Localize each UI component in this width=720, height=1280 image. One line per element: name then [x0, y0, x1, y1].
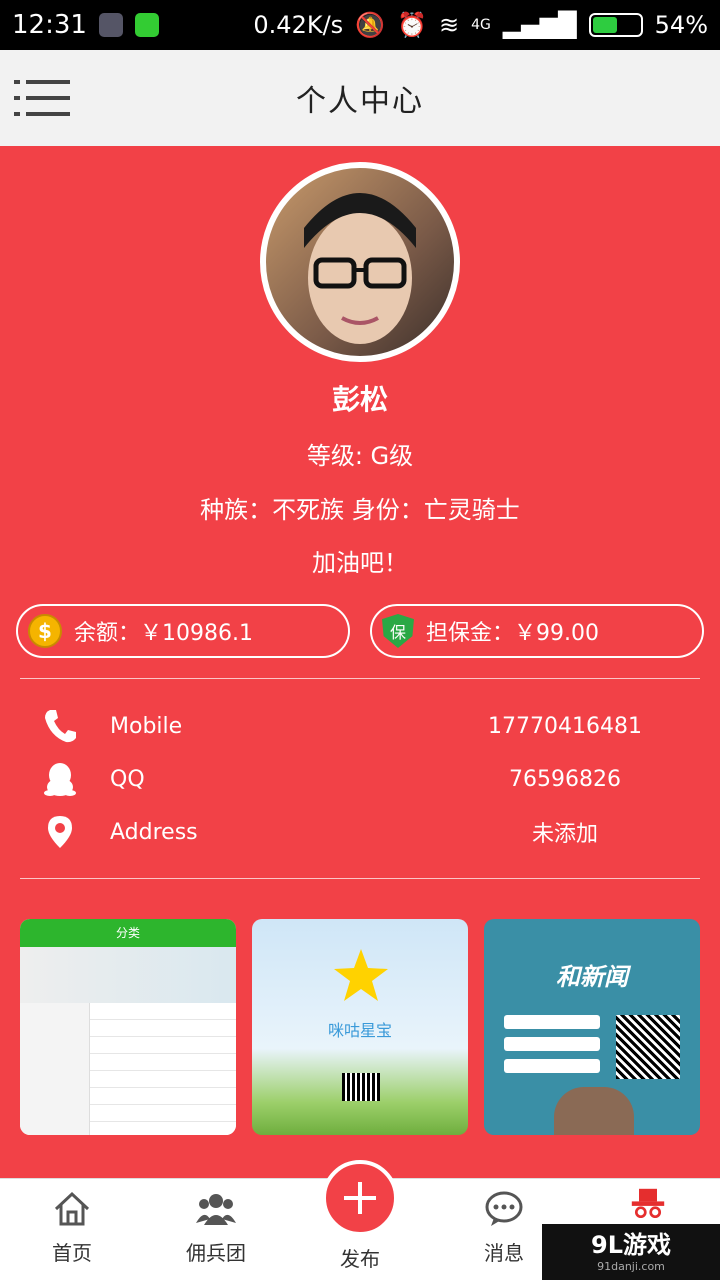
menu-icon[interactable]: [14, 78, 70, 118]
screenshot-thumbnail-3[interactable]: 和新闻: [484, 919, 700, 1135]
divider-bottom: [20, 878, 700, 879]
screenshot-thumbnail-1[interactable]: 分类: [20, 919, 236, 1135]
tab-home[interactable]: 首页: [2, 1179, 142, 1280]
chat-icon: [485, 1191, 523, 1226]
tab-group[interactable]: 佣兵团: [146, 1179, 286, 1280]
app-bar: 个人中心: [0, 50, 720, 146]
tab-label: 佣兵团: [186, 1241, 246, 1265]
screenshot-thumbnail-2[interactable]: 咪咕星宝: [252, 919, 468, 1135]
network-type: 4G: [471, 17, 491, 33]
deposit-pill[interactable]: 保 担保金：￥99.00: [370, 604, 704, 658]
user-level: 等级: G级: [306, 442, 414, 470]
shield-icon: 保: [382, 614, 414, 648]
signal-icon: ▂▄▆█: [502, 11, 577, 39]
divider-top: [20, 678, 700, 679]
phone-icon: [45, 710, 76, 743]
android-icon: [134, 13, 159, 37]
hat-icon: [631, 1188, 665, 1219]
deposit-text: 担保金：￥99.00: [426, 621, 599, 646]
contact-label: Mobile: [110, 713, 183, 739]
contact-value: 76596826: [509, 766, 621, 792]
net-speed: 0.42K/s: [253, 11, 344, 39]
contact-row-qq[interactable]: QQ 76596826: [0, 755, 720, 803]
qr-code: [616, 1015, 680, 1079]
status-bar: 12:31 0.42K/s 🔕 ⏰ ≋ 4G ▂▄▆█ 54%: [0, 0, 720, 50]
watermark-site: 91danji.com: [597, 1259, 665, 1273]
contact-row-address[interactable]: Address 未添加: [0, 808, 720, 856]
contact-row-mobile[interactable]: Mobile 17770416481: [0, 702, 720, 750]
user-race-identity: 种族：不死族 身份：亡灵骑士: [200, 496, 520, 524]
tab-label: 发布: [340, 1247, 380, 1271]
user-motto: 加油吧！: [312, 549, 408, 577]
group-icon: [196, 1194, 236, 1225]
watermark-brand: 9L游戏: [591, 1230, 671, 1259]
balance-text: 余额：￥10986.1: [74, 621, 253, 646]
home-icon: [54, 1191, 90, 1226]
qq-icon: [44, 763, 76, 796]
thumb-caption: 和新闻: [556, 963, 628, 991]
star-mascot-icon: [334, 949, 388, 1001]
plus-icon: [344, 1182, 376, 1214]
balance-pill[interactable]: $ 余额：￥10986.1: [16, 604, 350, 658]
user-name: 彭松: [331, 383, 388, 416]
tab-label: 首页: [52, 1241, 92, 1265]
contact-value: 未添加: [531, 822, 598, 847]
contact-label: QQ: [110, 766, 145, 792]
wifi-icon: ≋: [438, 11, 460, 39]
notification-icon: [98, 13, 123, 37]
mute-icon: 🔕: [355, 11, 386, 39]
battery-icon: [588, 13, 643, 37]
publish-button[interactable]: [322, 1160, 398, 1236]
coin-icon: $: [28, 614, 62, 648]
battery-percent: 54%: [654, 11, 708, 39]
clock: 12:31: [12, 10, 87, 40]
thumb-caption: 分类: [20, 919, 236, 947]
location-icon: [48, 816, 72, 848]
contact-label: Address: [110, 819, 198, 845]
alarm-icon: ⏰: [397, 11, 427, 39]
qr-code: [342, 1073, 380, 1101]
contact-value: 17770416481: [488, 713, 642, 739]
page-title: 个人中心: [296, 84, 424, 119]
watermark-logo: 9L游戏 91danji.com: [542, 1224, 720, 1280]
avatar[interactable]: [260, 162, 460, 362]
thumb-caption: 咪咕星宝: [327, 1021, 392, 1040]
